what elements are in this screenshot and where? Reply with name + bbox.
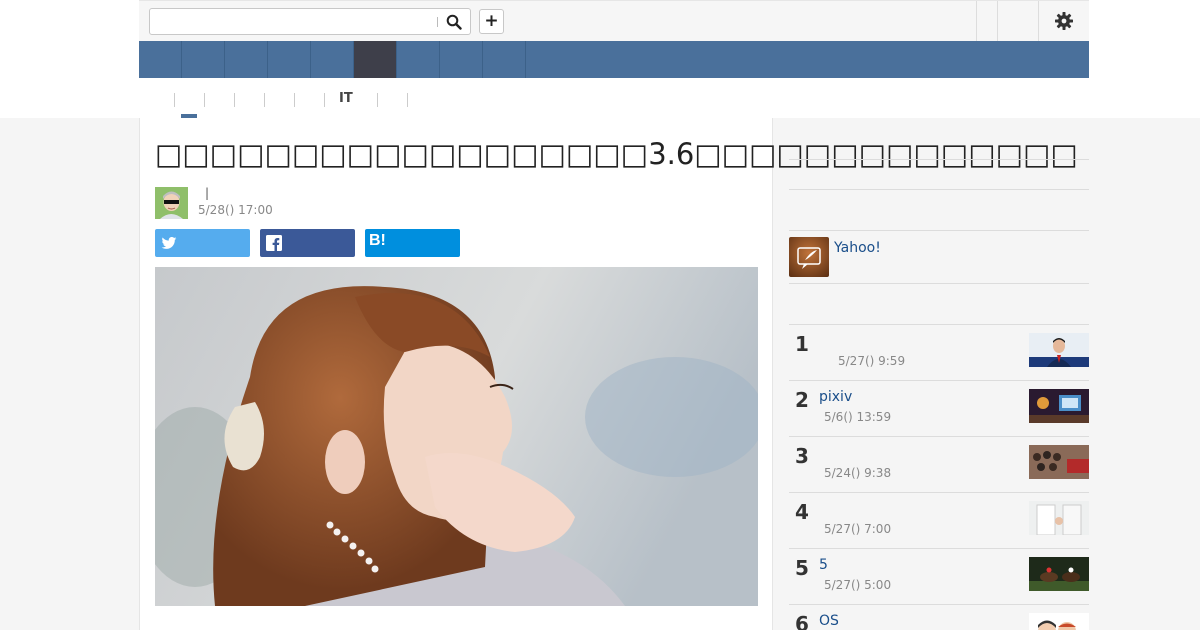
header-slot[interactable] [998,1,1038,41]
yahoo-link[interactable]: Yahoo! [834,240,881,256]
sidebar-divider [789,189,1089,190]
nav-item[interactable] [268,41,311,78]
category-navbar [139,41,1089,78]
ranking-thumbnail[interactable] [1029,445,1089,479]
ranking-number: 4 [795,500,809,524]
subnav-item-it[interactable]: IT [339,91,353,106]
subnav-divider [324,93,325,107]
nav-item[interactable] [311,41,354,78]
ranking-thumbnail[interactable] [1029,389,1089,423]
ranking-thumbnail[interactable] [1029,501,1089,535]
ranking-date: 5/27() 5:00 [824,578,892,592]
ranking-item[interactable]: 2 pixiv 5/6() 13:59 [789,380,1089,436]
nav-item[interactable] [397,41,440,78]
search-input[interactable] [149,8,471,35]
ranking-item[interactable]: 3 5/24() 9:38 [789,436,1089,492]
subnav-divider [204,93,205,107]
twitter-share-button[interactable] [155,229,250,257]
ranking-thumbnail[interactable] [1029,557,1089,591]
ranking-number: 3 [795,444,809,468]
nav-item[interactable] [139,41,182,78]
nav-item[interactable] [182,41,225,78]
ranking-thumbnail[interactable] [1029,613,1089,630]
sidebar-divider [789,283,1089,284]
ranking-item[interactable]: 1 5/27() 9:59 [789,324,1089,380]
sidebar-divider [789,159,1089,160]
sidebar-divider [789,230,1089,231]
facebook-icon [266,235,282,251]
facebook-share-button[interactable] [260,229,355,257]
sidebar: Yahoo! 1 5/27() 9:59 2 pixiv 5/6() 13:59 [789,118,1089,630]
ranking-number: 2 [795,388,809,412]
ranking-item[interactable]: 6 OS [789,604,1089,630]
article-main: □□□□□□□□□□□□□□□□□□3.6□□□□□□□□□□□□□□ | 5/… [139,118,1078,630]
ranking-item[interactable]: 5 5 5/27() 5:00 [789,548,1089,604]
add-button[interactable]: + [479,9,504,34]
hatena-bookmark-button[interactable]: B! [365,229,460,257]
ranking-item[interactable]: 4 5/27() 7:00 [789,492,1089,548]
search-divider [437,17,438,27]
ranking-thumbnail[interactable] [1029,333,1089,367]
nav-item[interactable] [225,41,268,78]
ranking-title[interactable]: 5 [819,557,828,573]
sub-navigation: IT [139,82,1089,118]
search-icon[interactable] [446,14,462,30]
hatena-bookmark-icon: B! [369,232,386,249]
nav-item[interactable] [440,41,483,78]
ranking-date: 5/6() 13:59 [824,410,892,424]
ranking-title[interactable]: pixiv [819,389,852,405]
subnav-divider [264,93,265,107]
subnav-divider [377,93,378,107]
nav-item-active[interactable] [354,41,397,78]
subnav-divider [234,93,235,107]
twitter-icon [161,237,177,249]
ranking-number: 6 [795,612,809,630]
ranking-number: 5 [795,556,809,580]
ranking-date: 5/27() 7:00 [824,522,892,536]
author-separator: | [205,186,210,200]
yahoo-news-icon[interactable] [789,237,829,277]
ranking-date: 5/24() 9:38 [824,466,892,480]
subnav-divider [407,93,408,107]
article-hero-image [155,267,758,606]
ranking-title[interactable]: OS [819,613,839,629]
site-header: + [139,0,1089,41]
subnav-divider [174,93,175,107]
ranking-date: 5/27() 9:59 [838,354,906,368]
gear-icon[interactable] [1054,11,1074,31]
header-slot[interactable] [977,1,997,41]
header-divider [1038,1,1039,41]
article-date: 5/28() 17:00 [198,203,273,217]
subnav-divider [294,93,295,107]
author-avatar[interactable] [155,187,188,219]
article-title: □□□□□□□□□□□□□□□□□□3.6□□□□□□□□□□□□□□ [155,137,1078,171]
ranking-number: 1 [795,332,809,356]
nav-item[interactable] [483,41,526,78]
